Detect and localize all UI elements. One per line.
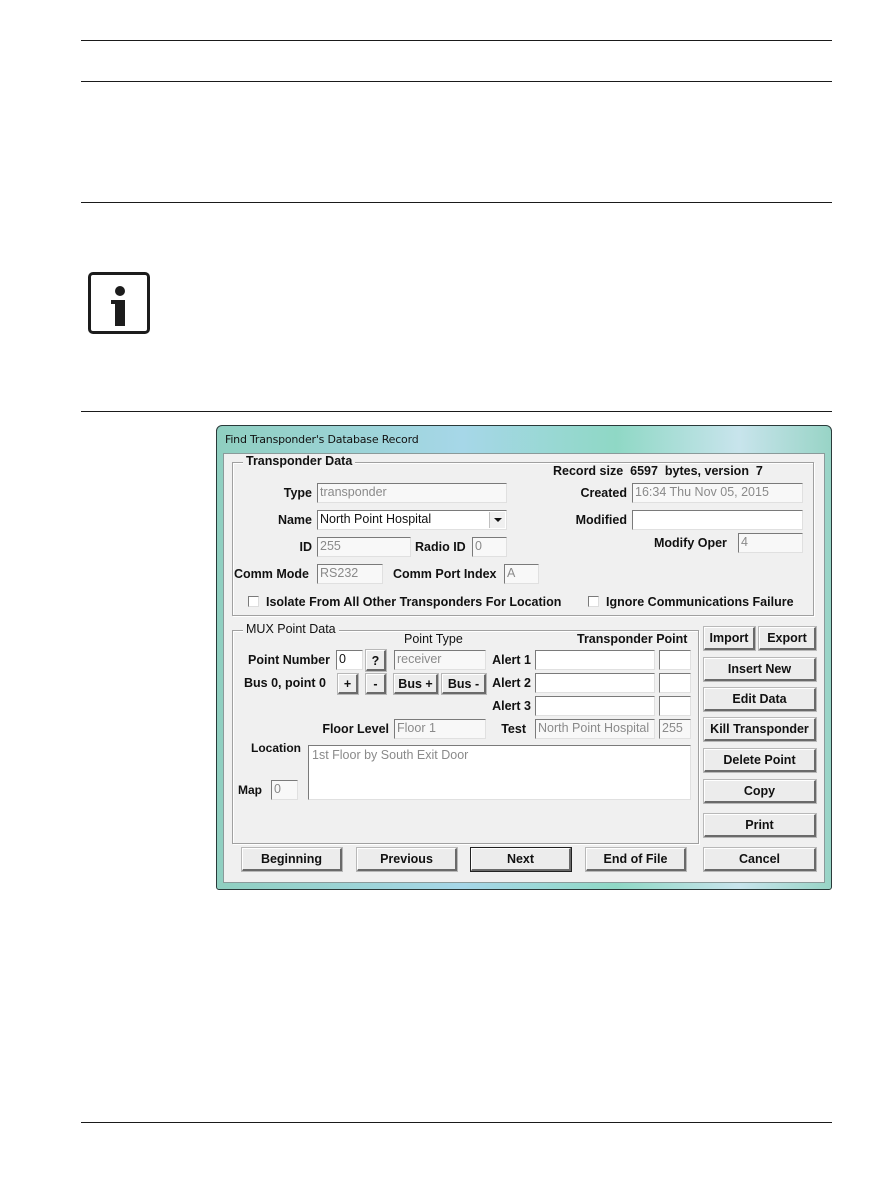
alert-2-transponder-field[interactable] bbox=[535, 673, 655, 693]
point-number-label: Point Number bbox=[248, 653, 330, 667]
edit-data-button[interactable]: Edit Data bbox=[703, 687, 817, 712]
export-button[interactable]: Export bbox=[758, 626, 817, 651]
alert-1-label: Alert 1 bbox=[492, 653, 531, 667]
end-of-file-button[interactable]: End of File bbox=[585, 847, 687, 872]
previous-button[interactable]: Previous bbox=[356, 847, 458, 872]
isolate-checkbox[interactable]: Isolate From All Other Transponders For … bbox=[248, 595, 561, 609]
beginning-button[interactable]: Beginning bbox=[241, 847, 343, 872]
header-rule-bottom bbox=[81, 81, 832, 82]
floor-level-field[interactable]: Floor 1 bbox=[394, 719, 486, 739]
note-rule bbox=[81, 411, 832, 412]
map-field[interactable]: 0 bbox=[271, 780, 298, 800]
import-button[interactable]: Import bbox=[703, 626, 756, 651]
comm-mode-field[interactable]: RS232 bbox=[317, 564, 383, 584]
type-field[interactable]: transponder bbox=[317, 483, 507, 503]
header-rule-top bbox=[81, 40, 832, 41]
minus-button[interactable]: - bbox=[365, 673, 387, 695]
id-label: ID bbox=[299, 540, 313, 554]
location-label: Location bbox=[251, 741, 301, 755]
modified-label: Modified bbox=[575, 513, 627, 527]
radio-id-field[interactable]: 0 bbox=[472, 537, 507, 557]
kill-transponder-button[interactable]: Kill Transponder bbox=[703, 717, 817, 742]
alert-3-label: Alert 3 bbox=[492, 699, 531, 713]
comm-mode-label: Comm Mode bbox=[234, 567, 309, 581]
location-textarea[interactable]: 1st Floor by South Exit Door bbox=[308, 745, 691, 800]
created-field[interactable]: 16:34 Thu Nov 05, 2015 bbox=[632, 483, 803, 503]
alert-1-transponder-field[interactable] bbox=[535, 650, 655, 670]
plus-button[interactable]: + bbox=[337, 673, 359, 695]
type-label: Type bbox=[283, 486, 312, 500]
chevron-down-icon[interactable] bbox=[489, 512, 505, 528]
next-button[interactable]: Next bbox=[470, 847, 572, 872]
comm-port-index-field[interactable]: A bbox=[504, 564, 539, 584]
point-type-field[interactable]: receiver bbox=[394, 650, 486, 670]
dialog-client-area: Transponder Data Record size 6597 bytes,… bbox=[223, 453, 825, 883]
ignore-comm-failure-checkbox[interactable]: Ignore Communications Failure bbox=[588, 595, 794, 609]
transponder-data-title: Transponder Data bbox=[243, 454, 356, 468]
find-transponder-dialog: Find Transponder's Database Record Trans… bbox=[216, 425, 832, 890]
modify-oper-field[interactable]: 4 bbox=[738, 533, 803, 553]
mux-point-data-title: MUX Point Data bbox=[243, 622, 339, 636]
point-type-header: Point Type bbox=[404, 632, 463, 646]
insert-new-button[interactable]: Insert New bbox=[703, 657, 817, 682]
modified-field[interactable] bbox=[632, 510, 803, 530]
modify-oper-label: Modify Oper bbox=[654, 536, 727, 550]
map-label: Map bbox=[238, 783, 262, 797]
version-value: 7 bbox=[755, 464, 763, 478]
record-size-label: Record size 6597 bytes, version 7 bbox=[553, 464, 763, 478]
footer-rule bbox=[81, 1122, 832, 1123]
checkbox-box-icon[interactable] bbox=[248, 596, 259, 607]
name-value: North Point Hospital bbox=[320, 512, 432, 526]
id-field[interactable]: 255 bbox=[317, 537, 411, 557]
alert-3-point-field[interactable] bbox=[659, 696, 691, 716]
alert-3-transponder-field[interactable] bbox=[535, 696, 655, 716]
alert-2-point-field[interactable] bbox=[659, 673, 691, 693]
test-point-field[interactable]: 255 bbox=[659, 719, 691, 739]
cancel-button[interactable]: Cancel bbox=[703, 847, 817, 872]
bus-plus-button[interactable]: Bus + bbox=[393, 673, 439, 695]
delete-point-button[interactable]: Delete Point bbox=[703, 748, 817, 773]
name-combobox[interactable]: North Point Hospital bbox=[317, 510, 507, 530]
transponder-header: Transponder Point bbox=[577, 632, 688, 646]
checkbox-box-icon[interactable] bbox=[588, 596, 599, 607]
floor-level-label: Floor Level bbox=[322, 722, 389, 736]
info-icon bbox=[88, 272, 150, 334]
record-size-value: 6597 bbox=[630, 464, 658, 478]
test-transponder-field[interactable]: North Point Hospital bbox=[535, 719, 655, 739]
alert-1-point-field[interactable] bbox=[659, 650, 691, 670]
print-button[interactable]: Print bbox=[703, 813, 817, 838]
comm-port-index-label: Comm Port Index bbox=[393, 567, 497, 581]
bus-point-label: Bus 0, point 0 bbox=[244, 676, 326, 690]
copy-button[interactable]: Copy bbox=[703, 779, 817, 804]
alert-2-label: Alert 2 bbox=[492, 676, 531, 690]
help-button[interactable]: ? bbox=[365, 649, 387, 672]
radio-id-label: Radio ID bbox=[415, 540, 466, 554]
window-title: Find Transponder's Database Record bbox=[225, 433, 419, 446]
section-rule bbox=[81, 202, 832, 203]
point-number-field[interactable]: 0 bbox=[336, 650, 363, 670]
created-label: Created bbox=[580, 486, 627, 500]
name-label: Name bbox=[277, 513, 312, 527]
test-label: Test bbox=[501, 722, 526, 736]
